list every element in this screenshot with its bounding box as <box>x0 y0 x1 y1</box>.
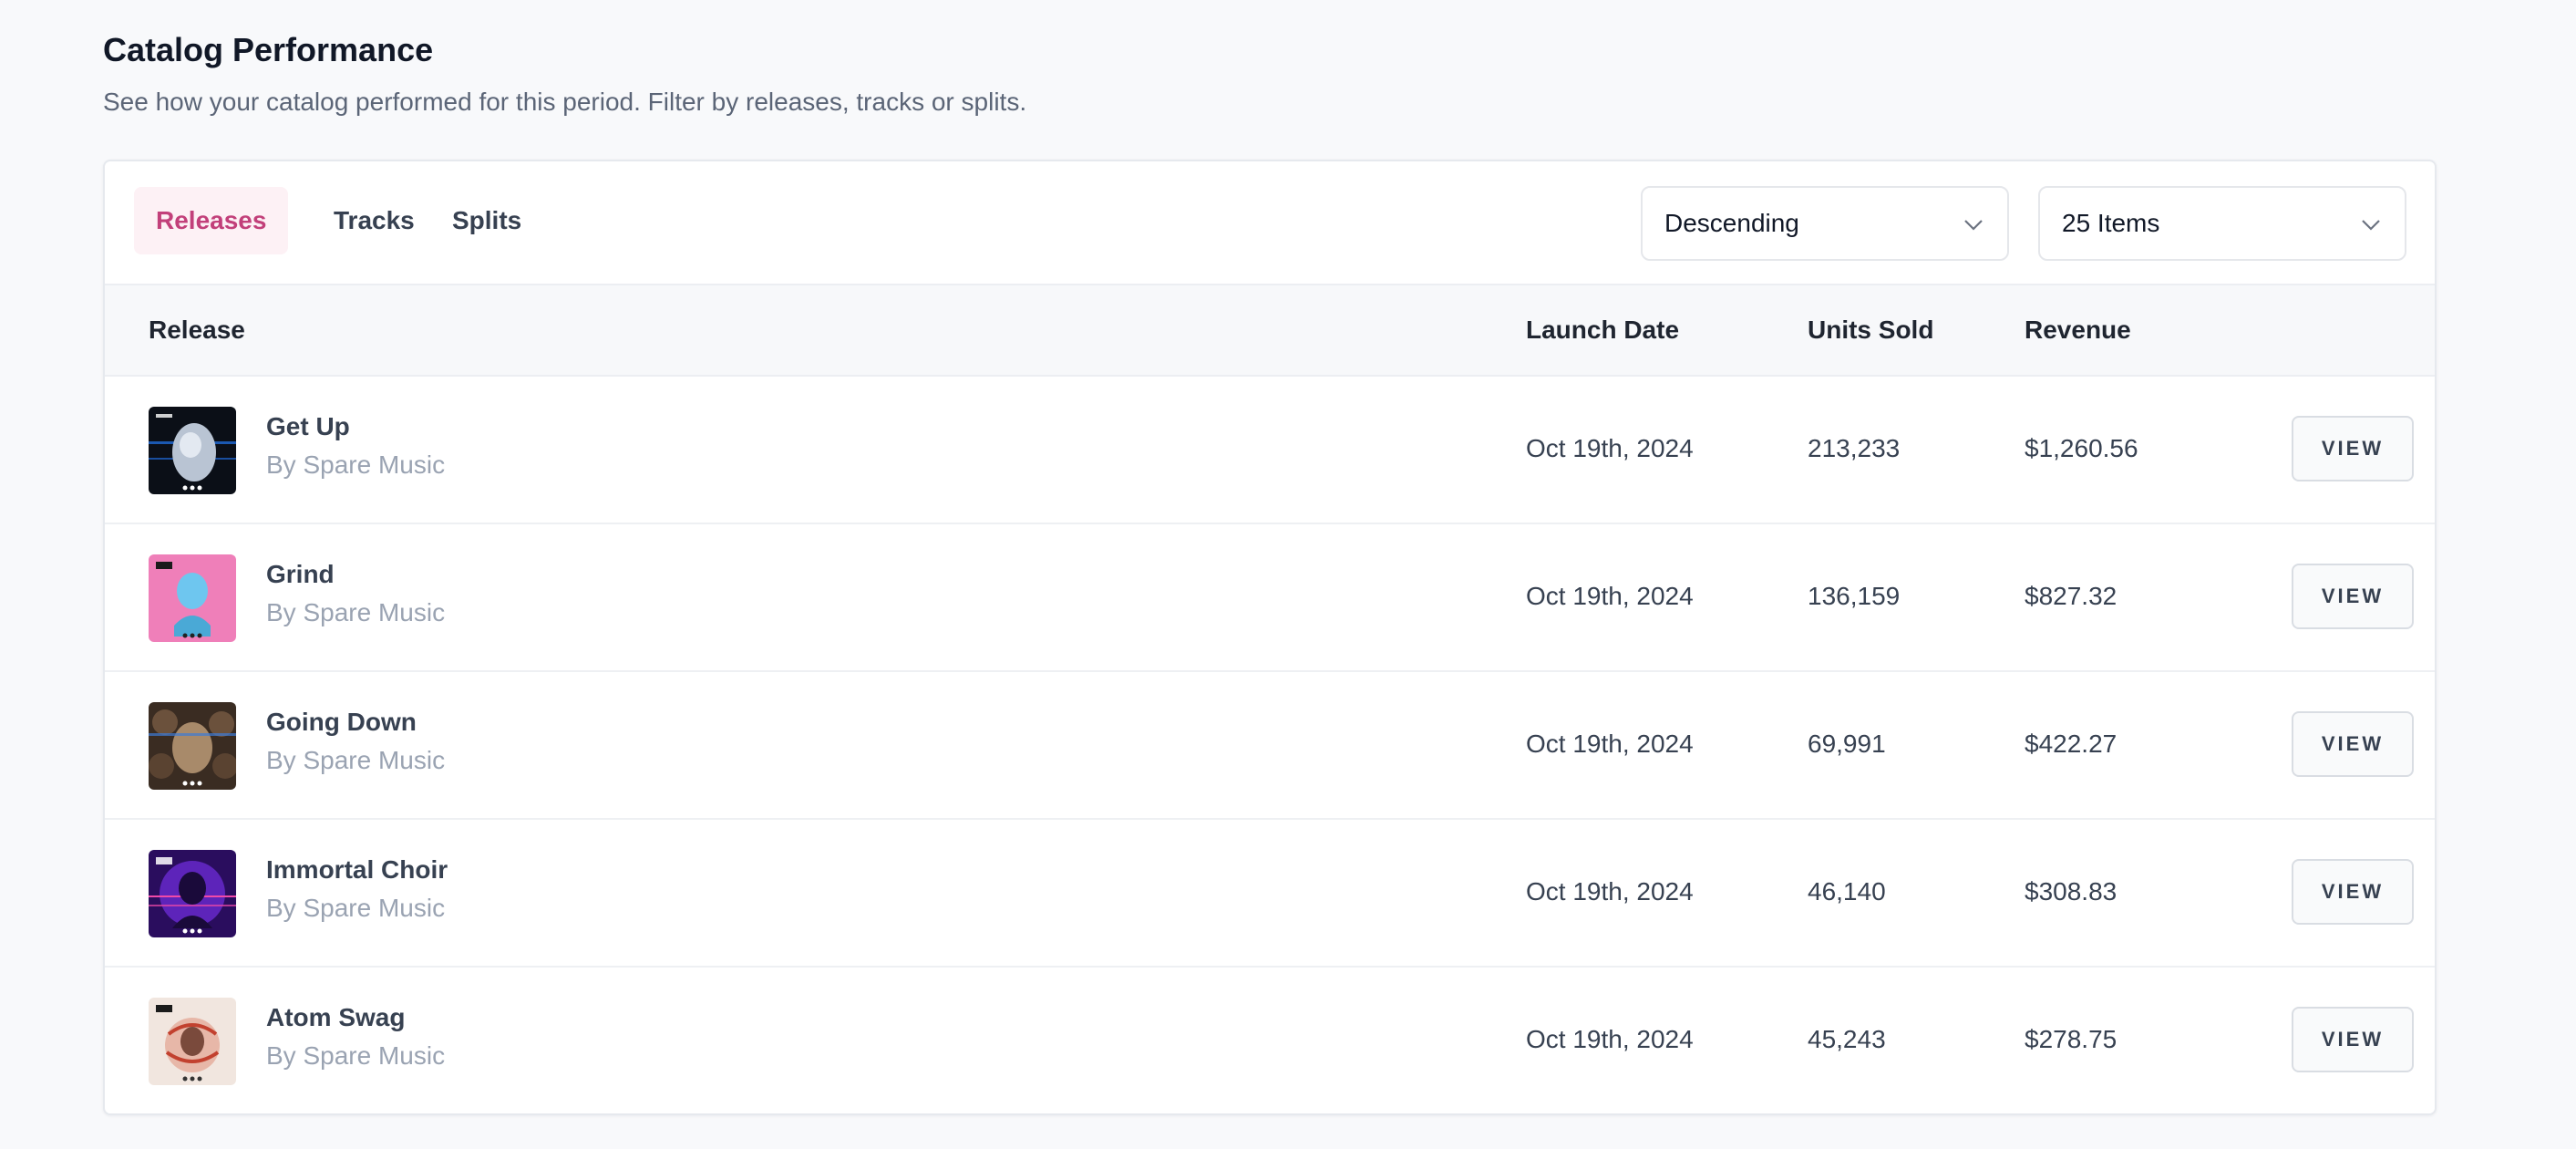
launch-date-cell: Oct 19th, 2024 <box>1526 730 1694 758</box>
table-row: Atom Swag By Spare Music Oct 19th, 2024 … <box>105 968 2435 1113</box>
page-size-select[interactable]: 25 Items <box>2038 186 2406 261</box>
release-title: Going Down <box>266 708 417 736</box>
album-cover-image <box>149 407 236 494</box>
view-button[interactable]: VIEW <box>2292 711 2414 777</box>
tab-splits[interactable]: Splits <box>430 187 543 254</box>
revenue-cell: $827.32 <box>2025 582 2117 610</box>
release-artist: By Spare Music <box>266 1041 446 1070</box>
revenue-cell: $308.83 <box>2025 877 2117 906</box>
view-button[interactable]: VIEW <box>2292 1007 2414 1072</box>
column-header-launch-date: Launch Date <box>1526 316 1680 344</box>
release-artist: By Spare Music <box>266 894 446 922</box>
launch-date-cell: Oct 19th, 2024 <box>1526 582 1694 610</box>
launch-date-cell: Oct 19th, 2024 <box>1526 434 1694 462</box>
table-row: Immortal Choir By Spare Music Oct 19th, … <box>105 820 2435 968</box>
table-row: Grind By Spare Music Oct 19th, 2024 136,… <box>105 524 2435 672</box>
column-header-units-sold: Units Sold <box>1808 316 1934 344</box>
album-cover-image <box>149 702 236 790</box>
release-artist: By Spare Music <box>266 746 446 774</box>
launch-date-cell: Oct 19th, 2024 <box>1526 1025 1694 1053</box>
chevron-down-icon <box>2362 220 2380 231</box>
toolbar: Releases Tracks Splits Descending 25 Ite… <box>105 161 2435 284</box>
release-artist: By Spare Music <box>266 598 446 626</box>
album-cover-image <box>149 850 236 937</box>
revenue-cell: $1,260.56 <box>2025 434 2138 462</box>
view-button[interactable]: VIEW <box>2292 564 2414 629</box>
revenue-cell: $422.27 <box>2025 730 2117 758</box>
units-sold-cell: 45,243 <box>1808 1025 1886 1053</box>
catalog-card: Releases Tracks Splits Descending 25 Ite… <box>103 160 2437 1115</box>
page-subtitle: See how your catalog performed for this … <box>103 88 1027 116</box>
units-sold-cell: 46,140 <box>1808 877 1886 906</box>
sort-order-value: Descending <box>1664 209 1799 237</box>
revenue-cell: $278.75 <box>2025 1025 2117 1053</box>
units-sold-cell: 69,991 <box>1808 730 1886 758</box>
column-header-release: Release <box>149 316 245 344</box>
sort-order-select[interactable]: Descending <box>1641 186 2009 261</box>
table-header: Release Launch Date Units Sold Revenue <box>105 284 2435 377</box>
table-row: Going Down By Spare Music Oct 19th, 2024… <box>105 672 2435 820</box>
launch-date-cell: Oct 19th, 2024 <box>1526 877 1694 906</box>
release-title: Atom Swag <box>266 1003 406 1031</box>
release-title: Grind <box>266 560 335 588</box>
album-cover-image <box>149 998 236 1085</box>
page-title: Catalog Performance <box>103 31 434 68</box>
table-row: Get Up By Spare Music Oct 19th, 2024 213… <box>105 377 2435 524</box>
release-title: Get Up <box>266 412 350 440</box>
column-header-revenue: Revenue <box>2025 316 2131 344</box>
page-size-value: 25 Items <box>2062 209 2160 237</box>
tab-tracks[interactable]: Tracks <box>312 187 437 254</box>
units-sold-cell: 213,233 <box>1808 434 1901 462</box>
release-title: Immortal Choir <box>266 855 448 884</box>
release-artist: By Spare Music <box>266 450 446 479</box>
album-cover-image <box>149 554 236 642</box>
view-button[interactable]: VIEW <box>2292 416 2414 481</box>
chevron-down-icon <box>1964 220 1983 231</box>
view-button[interactable]: VIEW <box>2292 859 2414 925</box>
units-sold-cell: 136,159 <box>1808 582 1901 610</box>
tab-releases[interactable]: Releases <box>134 187 289 254</box>
